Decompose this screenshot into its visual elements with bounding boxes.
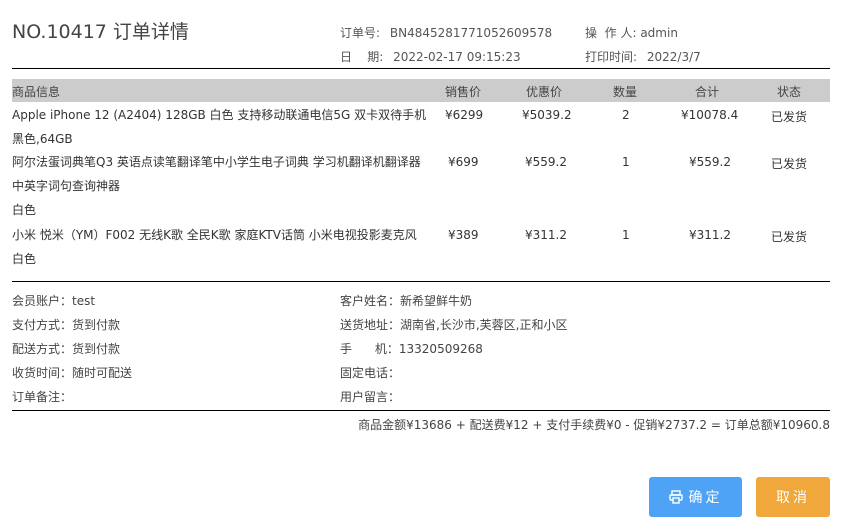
table-row-product: Apple iPhone 12 (A2404) 128GB 白色 支持移动联通电…	[12, 103, 427, 151]
print-time-value: 2022/3/7	[646, 50, 701, 64]
order-no: 订单号: BN4845281771052609578	[340, 24, 552, 41]
product-spec: 白色	[12, 252, 37, 266]
member-account: 会员账户：test	[12, 294, 96, 308]
operator-value: admin	[640, 26, 678, 40]
quantity: 1	[622, 155, 630, 169]
date-label: 日 期:	[340, 50, 384, 64]
delivery-address: 送货地址：湖南省,长沙市,芙蓉区,正和小区	[340, 318, 568, 332]
date-value: 2022-02-17 09:15:23	[393, 50, 521, 64]
status-badge: 已发货	[771, 230, 808, 244]
divider-bottom	[12, 410, 830, 411]
col-status: 状态	[777, 85, 802, 99]
status-badge: 已发货	[771, 157, 808, 171]
line-total: ¥10078.4	[681, 108, 739, 122]
col-discount-price: 优惠价	[526, 85, 563, 99]
product-name: 小米 悦米（YM）F002 无线K歌 全民K歌 家庭KTV话筒 小米电视投影麦克…	[12, 228, 417, 242]
product-spec: 黑色,64GB	[12, 132, 73, 146]
discount-price: ¥5039.2	[522, 108, 572, 122]
sale-price: ¥389	[448, 228, 479, 242]
product-spec: 白色	[12, 203, 37, 217]
discount-price: ¥559.2	[525, 155, 567, 169]
divider-middle	[12, 281, 830, 282]
print-time: 打印时间: 2022/3/7	[585, 48, 701, 65]
landline-phone: 固定电话：	[340, 366, 401, 380]
page-title: NO.10417 订单详情	[12, 21, 189, 43]
operator-label: 操 作 人:	[585, 26, 637, 40]
mobile: 手 机：13320509268	[340, 340, 483, 357]
print-time-label: 打印时间:	[585, 50, 638, 64]
mobile-value: 13320509268	[398, 342, 483, 356]
receive-time: 收货时间：随时可配送	[12, 366, 133, 380]
line-total: ¥559.2	[689, 155, 731, 169]
product-name: Apple iPhone 12 (A2404) 128GB 白色 支持移动联通电…	[12, 108, 427, 122]
quantity: 1	[622, 228, 630, 242]
order-summary: 商品金额¥13686 + 配送费¥12 + 支付手续费¥0 - 促销¥2737.…	[358, 418, 830, 432]
delivery-method: 配送方式：货到付款	[12, 342, 121, 356]
col-qty: 数量	[613, 85, 638, 99]
sale-price: ¥699	[448, 155, 479, 169]
line-total: ¥311.2	[689, 228, 731, 242]
cancel-button[interactable]: 取消	[756, 477, 830, 517]
discount-price: ¥311.2	[525, 228, 567, 242]
table-row-product: 阿尔法蛋词典笔Q3 英语点读笔翻译笔中小学生电子词典 学习机翻译机翻译器 中英字…	[12, 150, 427, 222]
col-product: 商品信息	[12, 85, 61, 99]
operator: 操 作 人: admin	[585, 24, 678, 41]
col-total: 合计	[695, 85, 720, 99]
payment-method: 支付方式：货到付款	[12, 318, 121, 332]
product-name: 阿尔法蛋词典笔Q3 英语点读笔翻译笔中小学生电子词典 学习机翻译机翻译器	[12, 155, 421, 169]
confirm-label: 确定	[688, 490, 723, 506]
order-note: 订单备注：	[12, 390, 73, 404]
printer-icon	[668, 490, 683, 504]
status-badge: 已发货	[771, 110, 808, 124]
order-no-value: BN4845281771052609578	[389, 26, 553, 40]
divider-top	[12, 68, 830, 69]
mobile-label: 手 机：	[340, 342, 399, 356]
cancel-label: 取消	[776, 490, 810, 506]
product-name-cont: 中英字词句查询神器	[12, 179, 121, 193]
col-sale-price: 销售价	[445, 85, 482, 99]
order-date: 日 期: 2022-02-17 09:15:23	[340, 48, 521, 65]
sale-price: ¥6299	[445, 108, 484, 122]
customer-name: 客户姓名：新希望鲜牛奶	[340, 294, 473, 308]
confirm-button[interactable]: 确定	[649, 477, 742, 517]
table-row-product: 小米 悦米（YM）F002 无线K歌 全民K歌 家庭KTV话筒 小米电视投影麦克…	[12, 223, 427, 271]
order-no-label: 订单号:	[340, 26, 381, 40]
user-message: 用户留言：	[340, 390, 401, 404]
quantity: 2	[622, 108, 630, 122]
table-header: 商品信息 销售价 优惠价 数量 合计 状态	[12, 79, 830, 102]
